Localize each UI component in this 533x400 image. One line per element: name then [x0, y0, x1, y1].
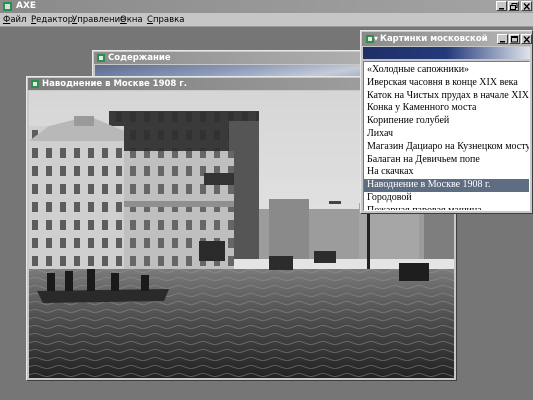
- menu-editor[interactable]: Редактор: [31, 14, 73, 26]
- minimize-button[interactable]: [496, 1, 507, 11]
- list-item[interactable]: Конка у Каменного моста: [364, 102, 529, 115]
- close-button[interactable]: [521, 1, 532, 11]
- system-menu-arrow-icon[interactable]: ▾: [374, 32, 378, 46]
- minimize-icon: [499, 8, 504, 10]
- list-item[interactable]: Каток на Чистых прудах в начале XIX века: [364, 90, 529, 103]
- menu-bar: Файл Редактор Управление Окна Справка: [0, 13, 533, 27]
- list-item[interactable]: Наводнение в Москве 1908 г.: [364, 179, 529, 192]
- close-icon: [523, 36, 530, 43]
- list-item[interactable]: Пожарная паровая машина: [364, 205, 529, 210]
- menu-windows[interactable]: Окна: [120, 14, 143, 26]
- list-window-title: Картинки московской жиз...: [380, 34, 490, 44]
- list-close-button[interactable]: [521, 34, 532, 44]
- list-item[interactable]: Балаган на Девичьем попе: [364, 154, 529, 167]
- window-icon: [97, 54, 105, 62]
- pictures-list: «Холодные сапожники» Иверская часовня в к…: [364, 62, 529, 210]
- maximize-icon: [511, 36, 518, 43]
- list-maximize-button[interactable]: [509, 34, 520, 44]
- app-title-bar[interactable]: AXE: [0, 0, 533, 13]
- close-icon: [523, 3, 530, 10]
- pictures-listbox[interactable]: «Холодные сапожники» Иверская часовня в к…: [363, 61, 530, 211]
- list-window-title-bar[interactable]: ▾ Картинки московской жиз...: [362, 32, 532, 46]
- list-item[interactable]: Корипение голубей: [364, 115, 529, 128]
- list-window-banner: [363, 47, 530, 59]
- menu-file[interactable]: Файл: [3, 14, 27, 26]
- contents-window-title-bar[interactable]: Содержание: [94, 52, 370, 64]
- list-item[interactable]: Иверская часовня в конце XIX века: [364, 77, 529, 90]
- list-item[interactable]: Городовой: [364, 192, 529, 205]
- menu-control[interactable]: Управление: [72, 14, 125, 26]
- menu-help[interactable]: Справка: [147, 14, 184, 26]
- minimize-icon: [500, 41, 505, 43]
- list-item[interactable]: Магазин Дациаро на Кузнецком мосту: [364, 141, 529, 154]
- contents-window-title: Содержание: [108, 53, 171, 63]
- app-icon: [3, 2, 12, 11]
- list-item[interactable]: Лихач: [364, 128, 529, 141]
- photo-window-title: Наводнение в Москве 1908 г.: [42, 79, 187, 89]
- app-title: AXE: [16, 1, 37, 11]
- pictures-list-window[interactable]: ▾ Картинки московской жиз... «Холодные с…: [360, 30, 533, 214]
- list-item[interactable]: На скачках: [364, 166, 529, 179]
- list-item[interactable]: «Холодные сапожники»: [364, 64, 529, 77]
- restore-button[interactable]: [508, 1, 519, 11]
- list-minimize-button[interactable]: [497, 34, 508, 44]
- window-icon: [31, 80, 39, 88]
- restore-icon: [510, 3, 518, 10]
